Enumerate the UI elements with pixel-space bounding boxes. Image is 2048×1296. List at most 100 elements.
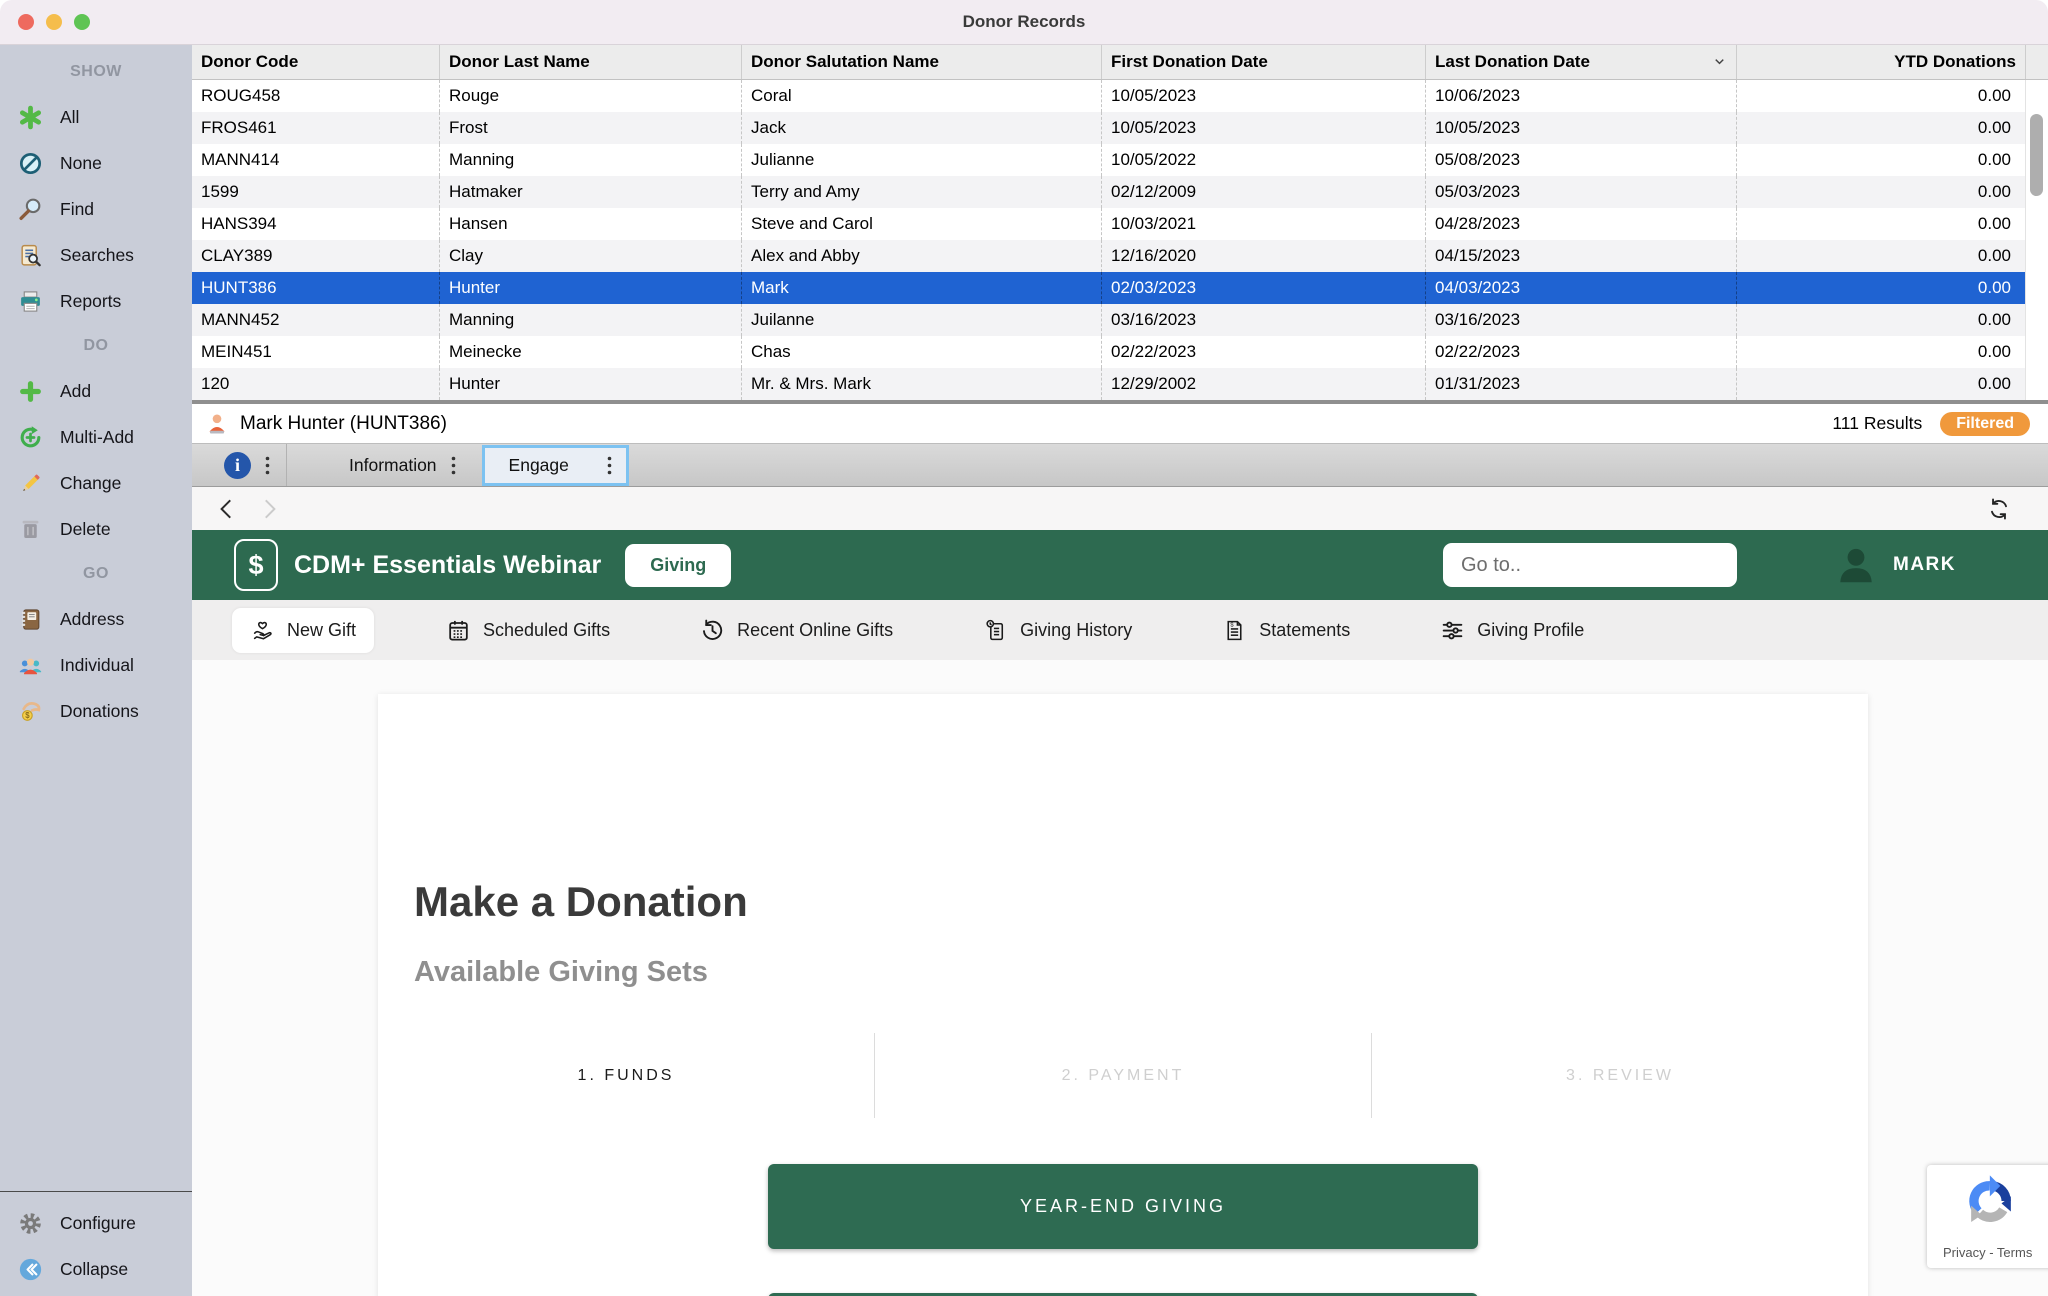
column-header-ytd[interactable]: YTD Donations bbox=[1737, 44, 2026, 79]
sliders-icon bbox=[1440, 618, 1465, 643]
history-icon bbox=[700, 618, 725, 643]
goto-search-input[interactable] bbox=[1443, 543, 1737, 587]
sidebar-item-searches[interactable]: Searches bbox=[0, 232, 192, 278]
table-cell-salutation: Juilanne bbox=[742, 304, 1102, 336]
sidebar-item-label: Add bbox=[60, 381, 91, 402]
people-icon bbox=[18, 653, 43, 678]
recaptcha-logo-icon bbox=[1961, 1173, 2021, 1234]
table-row[interactable]: HANS394HansenSteve and Carol10/03/202104… bbox=[192, 208, 2048, 240]
table-cell-first_date: 10/05/2023 bbox=[1102, 112, 1426, 144]
table-cell-last_name: Frost bbox=[440, 112, 742, 144]
table-cell-salutation: Coral bbox=[742, 80, 1102, 112]
sidebar-item-all[interactable]: All bbox=[0, 94, 192, 140]
sidebar-item-label: Individual bbox=[60, 655, 134, 676]
table-row[interactable]: 120HunterMr. & Mrs. Mark12/29/200201/31/… bbox=[192, 368, 2048, 400]
table-cell-first_date: 03/16/2023 bbox=[1102, 304, 1426, 336]
tab-label: Statements bbox=[1259, 620, 1350, 641]
tab-statements[interactable]: $Statements bbox=[1204, 608, 1368, 653]
table-row[interactable]: MANN414ManningJulianne10/05/202205/08/20… bbox=[192, 144, 2048, 176]
engage-menu-dots-icon[interactable] bbox=[607, 456, 612, 475]
sidebar-item-individual[interactable]: Individual bbox=[0, 642, 192, 688]
sidebar-item-label: All bbox=[60, 107, 79, 128]
user-name[interactable]: MARK bbox=[1893, 554, 1956, 576]
table-cell-last_date: 05/08/2023 bbox=[1426, 144, 1737, 176]
minimize-button[interactable] bbox=[46, 14, 62, 30]
user-avatar-icon[interactable] bbox=[1833, 542, 1879, 588]
tab-scheduled-gifts[interactable]: Scheduled Gifts bbox=[428, 608, 628, 653]
table-row[interactable]: MANN452ManningJuilanne03/16/202303/16/20… bbox=[192, 304, 2048, 336]
sidebar-item-label: None bbox=[60, 153, 102, 174]
filtered-badge[interactable]: Filtered bbox=[1940, 412, 2030, 436]
column-header-last_date[interactable]: Last Donation Date bbox=[1426, 44, 1737, 79]
close-button[interactable] bbox=[18, 14, 34, 30]
sidebar-item-delete[interactable]: Delete bbox=[0, 506, 192, 552]
table-cell-salutation: Mr. & Mrs. Mark bbox=[742, 368, 1102, 400]
giving-set-button-year-end-giving[interactable]: YEAR-END GIVING bbox=[768, 1164, 1478, 1249]
sidebar-item-add[interactable]: Add bbox=[0, 368, 192, 414]
table-cell-last_name: Manning bbox=[440, 144, 742, 176]
table-cell-code: FROS461 bbox=[192, 112, 440, 144]
back-icon[interactable] bbox=[214, 496, 240, 522]
column-header-first_date[interactable]: First Donation Date bbox=[1102, 44, 1426, 79]
sidebar-item-address[interactable]: Address bbox=[0, 596, 192, 642]
table-cell-last_date: 10/05/2023 bbox=[1426, 112, 1737, 144]
sidebar-item-multi-add[interactable]: Multi-Add bbox=[0, 414, 192, 460]
dollar-logo-icon: $ bbox=[234, 539, 278, 591]
tab-recent-online-gifts[interactable]: Recent Online Gifts bbox=[682, 608, 911, 653]
giving-nav-button[interactable]: Giving bbox=[625, 544, 731, 587]
tab-label: Giving Profile bbox=[1477, 620, 1584, 641]
table-row[interactable]: ROUG458RougeCoral10/05/202310/06/20230.0… bbox=[192, 80, 2048, 112]
sidebar: SHOWAllNoneFindSearchesReportsDOAddMulti… bbox=[0, 44, 192, 1296]
column-header-code[interactable]: Donor Code bbox=[192, 44, 440, 79]
sidebar-item-collapse[interactable]: Collapse bbox=[0, 1246, 192, 1292]
sidebar-item-label: Collapse bbox=[60, 1259, 128, 1280]
table-cell-last_name: Meinecke bbox=[440, 336, 742, 368]
gear-icon bbox=[18, 1211, 43, 1236]
table-header: Donor CodeDonor Last NameDonor Salutatio… bbox=[192, 44, 2048, 80]
sidebar-item-reports[interactable]: Reports bbox=[0, 278, 192, 324]
tab-giving-history[interactable]: Giving History bbox=[965, 608, 1150, 653]
traffic-lights bbox=[18, 14, 90, 30]
giving-sets: YEAR-END GIVINGGIVING FUNDS bbox=[378, 1164, 1868, 1296]
table-body: ROUG458RougeCoral10/05/202310/06/20230.0… bbox=[192, 80, 2048, 400]
column-header-salutation[interactable]: Donor Salutation Name bbox=[742, 44, 1102, 79]
tab-engage-label: Engage bbox=[509, 455, 569, 476]
sidebar-section-label: SHOW bbox=[0, 50, 192, 94]
sidebar-item-configure[interactable]: Configure bbox=[0, 1200, 192, 1246]
donation-title: Make a Donation bbox=[414, 878, 1868, 926]
table-cell-last_name: Hunter bbox=[440, 368, 742, 400]
table-row[interactable]: MEIN451MeineckeChas02/22/202302/22/20230… bbox=[192, 336, 2048, 368]
sidebar-item-label: Configure bbox=[60, 1213, 136, 1234]
sidebar-item-label: Find bbox=[60, 199, 94, 220]
zoom-button[interactable] bbox=[74, 14, 90, 30]
refresh-icon[interactable] bbox=[1986, 496, 2012, 522]
vertical-scrollbar-thumb[interactable] bbox=[2030, 114, 2043, 196]
sort-desc-icon bbox=[1706, 54, 1727, 69]
sidebar-item-label: Searches bbox=[60, 245, 134, 266]
tab-giving-profile[interactable]: Giving Profile bbox=[1422, 608, 1602, 653]
sidebar-item-donations[interactable]: $Donations bbox=[0, 688, 192, 734]
recaptcha-badge[interactable]: Privacy - Terms bbox=[1927, 1165, 2048, 1268]
table-row[interactable]: FROS461FrostJack10/05/202310/05/20230.00 bbox=[192, 112, 2048, 144]
column-header-last_name[interactable]: Donor Last Name bbox=[440, 44, 742, 79]
vertical-scrollbar[interactable] bbox=[2025, 80, 2048, 400]
information-menu-dots-icon[interactable] bbox=[451, 456, 456, 475]
table-cell-ytd: 0.00 bbox=[1737, 144, 2026, 176]
sidebar-item-change[interactable]: Change bbox=[0, 460, 192, 506]
table-cell-ytd: 0.00 bbox=[1737, 240, 2026, 272]
info-icon[interactable]: i bbox=[224, 452, 251, 479]
table-row[interactable]: CLAY389ClayAlex and Abby12/16/202004/15/… bbox=[192, 240, 2048, 272]
table-row[interactable]: 1599HatmakerTerry and Amy02/12/200905/03… bbox=[192, 176, 2048, 208]
table-row[interactable]: HUNT386HunterMark02/03/202304/03/20230.0… bbox=[192, 272, 2048, 304]
forward-icon[interactable] bbox=[256, 496, 282, 522]
sidebar-item-find[interactable]: Find bbox=[0, 186, 192, 232]
tab-engage[interactable]: Engage bbox=[482, 445, 629, 486]
table-cell-first_date: 10/03/2021 bbox=[1102, 208, 1426, 240]
info-menu-dots-icon[interactable] bbox=[265, 456, 270, 475]
table-cell-last_date: 04/28/2023 bbox=[1426, 208, 1737, 240]
tab-information[interactable]: Information bbox=[349, 455, 437, 476]
tab-new-gift[interactable]: New Gift bbox=[232, 608, 374, 653]
table-cell-ytd: 0.00 bbox=[1737, 336, 2026, 368]
recaptcha-privacy-terms[interactable]: Privacy - Terms bbox=[1943, 1245, 2032, 1260]
sidebar-item-none[interactable]: None bbox=[0, 140, 192, 186]
